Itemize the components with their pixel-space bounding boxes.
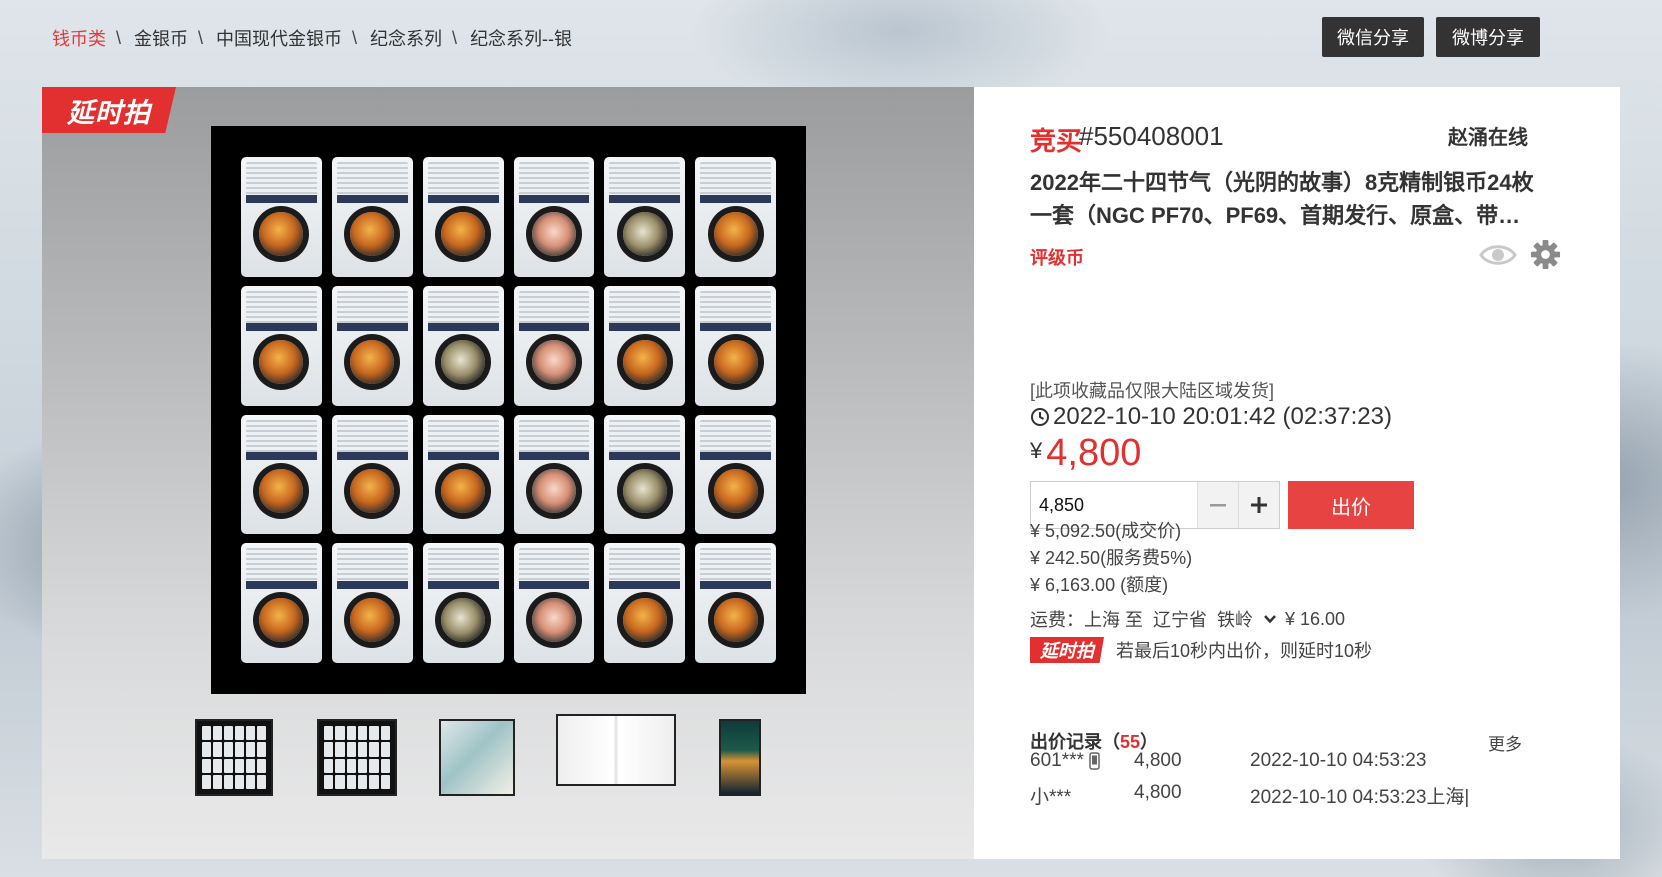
mobile-phone-icon bbox=[1089, 752, 1100, 770]
bid-record-row: 601*** 4,800 2022-10-10 04:53:23 bbox=[1030, 750, 1590, 778]
coin-slab bbox=[241, 285, 322, 406]
breadcrumb-separator: \ bbox=[116, 27, 122, 48]
breadcrumb-item[interactable]: 钱币类 bbox=[52, 25, 106, 51]
coin-slab bbox=[331, 157, 413, 277]
breadcrumb-item[interactable]: 金银币 bbox=[134, 25, 188, 51]
clock-icon bbox=[1031, 408, 1049, 426]
shipping-province[interactable]: 辽宁省 bbox=[1153, 606, 1207, 632]
eye-icon[interactable] bbox=[1479, 241, 1517, 269]
lot-info-panel: 竞买 #550408001 赵涌在线 2022年二十四节气（光阴的故事）8克精制… bbox=[974, 87, 1620, 859]
coin-slab bbox=[422, 157, 504, 277]
bid-amount: 4,800 bbox=[1134, 782, 1182, 803]
coin-slab bbox=[604, 414, 686, 535]
breadcrumb-separator: \ bbox=[352, 27, 358, 48]
bidder-name: 601*** bbox=[1030, 750, 1084, 771]
service-fee: ¥ 242.50(服务费5%) bbox=[1030, 548, 1193, 568]
place-bid-button[interactable]: 出价 bbox=[1288, 481, 1414, 529]
current-price-value: 4,800 bbox=[1046, 432, 1142, 474]
coin-slab bbox=[422, 543, 504, 663]
category-tag[interactable]: 评级币 bbox=[1030, 244, 1084, 270]
lot-number: #550408001 bbox=[1079, 121, 1224, 151]
increase-bid-button[interactable] bbox=[1238, 482, 1279, 528]
coin-slab bbox=[422, 414, 504, 535]
end-time: 2022-10-10 20:01:42 (02:37:23) bbox=[1030, 403, 1392, 431]
coin-slab bbox=[513, 543, 595, 663]
shipping-label: 运费：上海 至 bbox=[1030, 610, 1144, 630]
delayed-auction-badge: 延时拍 bbox=[42, 87, 176, 133]
extension-rule: 延时拍 若最后10秒内出价，则延时10秒 bbox=[1030, 637, 1372, 663]
thumbnail[interactable] bbox=[317, 719, 397, 796]
coin-slab bbox=[241, 157, 322, 277]
bid-record-row: 小*** 4,800 2022-10-10 04:53:23上海| bbox=[1030, 782, 1590, 810]
coin-slab bbox=[331, 285, 413, 406]
thumbnail-strip bbox=[42, 707, 974, 797]
coin-slab bbox=[241, 414, 322, 535]
breadcrumb: 钱币类 \ 金银币 \ 中国现代金银币 \ 纪念系列 \ 纪念系列--银 bbox=[52, 25, 572, 51]
coin-slab bbox=[513, 414, 595, 535]
main-product-image[interactable] bbox=[211, 126, 806, 694]
bidder: 小*** bbox=[1030, 782, 1071, 809]
thumbnail[interactable] bbox=[439, 719, 515, 796]
delayed-auction-tag: 延时拍 bbox=[1030, 637, 1104, 663]
bid-count: 55 bbox=[1120, 732, 1141, 752]
plus-icon bbox=[1251, 497, 1267, 513]
coin-slab bbox=[513, 157, 595, 277]
coin-slab bbox=[331, 543, 413, 663]
lot-title: 2022年二十四节气（光阴的故事）8克精制银币24枚 一套（NGC PF70、P… bbox=[1030, 166, 1570, 232]
breadcrumb-item[interactable]: 中国现代金银币 bbox=[216, 25, 342, 51]
breadcrumb-item[interactable]: 纪念系列 bbox=[370, 25, 442, 51]
thumbnail[interactable] bbox=[556, 714, 676, 786]
lot-type-label: 竞买 bbox=[1030, 126, 1083, 156]
coin-slab bbox=[604, 543, 686, 663]
bid-count-paren: （ bbox=[1102, 732, 1120, 752]
extension-rule-text: 若最后10秒内出价，则延时10秒 bbox=[1116, 641, 1373, 661]
lot-title-line: 一套（NGC PF70、PF69、首期发行、原盒、带… bbox=[1030, 203, 1521, 228]
bid-amount: 4,800 bbox=[1134, 750, 1182, 771]
shipping-notice: [此项收藏品仅限大陆区域发货] bbox=[1030, 381, 1275, 401]
shipping-info: 运费：上海 至 辽宁省 铁岭 ¥ 16.00 bbox=[1030, 606, 1355, 632]
coin-slab bbox=[695, 414, 776, 535]
image-gallery: 延时拍 bbox=[42, 87, 974, 859]
coin-slab bbox=[695, 543, 776, 663]
coin-slab-grid bbox=[241, 157, 776, 663]
coin-slab bbox=[513, 285, 595, 406]
minus-icon bbox=[1210, 504, 1226, 507]
thumbnail[interactable] bbox=[719, 719, 761, 796]
weibo-share-button[interactable]: 微博分享 bbox=[1436, 17, 1540, 57]
breadcrumb-separator: \ bbox=[452, 27, 458, 48]
coin-slab bbox=[241, 543, 322, 663]
bidder-name: 小*** bbox=[1030, 787, 1072, 808]
online-user: 赵涌在线 bbox=[1448, 127, 1528, 149]
coin-slab bbox=[695, 285, 776, 406]
shipping-cost: ¥ 16.00 bbox=[1285, 608, 1346, 629]
breadcrumb-separator: \ bbox=[198, 27, 204, 48]
currency-symbol: ¥ bbox=[1030, 438, 1043, 463]
quota: ¥ 6,163.00 (额度) bbox=[1030, 575, 1169, 595]
shipping-city[interactable]: 铁岭 bbox=[1217, 606, 1253, 632]
deal-price: ¥ 5,092.50(成交价) bbox=[1030, 521, 1182, 541]
bidder: 601*** bbox=[1030, 750, 1100, 772]
thumbnail[interactable] bbox=[195, 719, 273, 796]
decrease-bid-button[interactable] bbox=[1197, 482, 1238, 528]
bid-count-paren: ） bbox=[1140, 732, 1159, 752]
coin-slab bbox=[422, 285, 504, 406]
coin-slab bbox=[695, 157, 776, 277]
wechat-share-button[interactable]: 微信分享 bbox=[1322, 17, 1424, 57]
bid-records-label: 出价记录 bbox=[1030, 732, 1102, 752]
lot-title-line: 2022年二十四节气（光阴的故事）8克精制银币24枚 bbox=[1030, 170, 1534, 195]
coin-slab bbox=[604, 285, 686, 406]
current-price: ¥ 4,800 bbox=[1030, 432, 1141, 475]
gear-icon[interactable] bbox=[1530, 239, 1561, 270]
end-time-text: 2022-10-10 20:01:42 (02:37:23) bbox=[1053, 403, 1392, 430]
bid-time: 2022-10-10 04:53:23上海| bbox=[1250, 787, 1470, 808]
coin-slab bbox=[604, 157, 686, 277]
chevron-down-icon[interactable] bbox=[1263, 612, 1277, 626]
breadcrumb-item[interactable]: 纪念系列--银 bbox=[470, 25, 572, 51]
coin-slab bbox=[331, 414, 413, 535]
bid-time: 2022-10-10 04:53:23 bbox=[1250, 750, 1427, 771]
